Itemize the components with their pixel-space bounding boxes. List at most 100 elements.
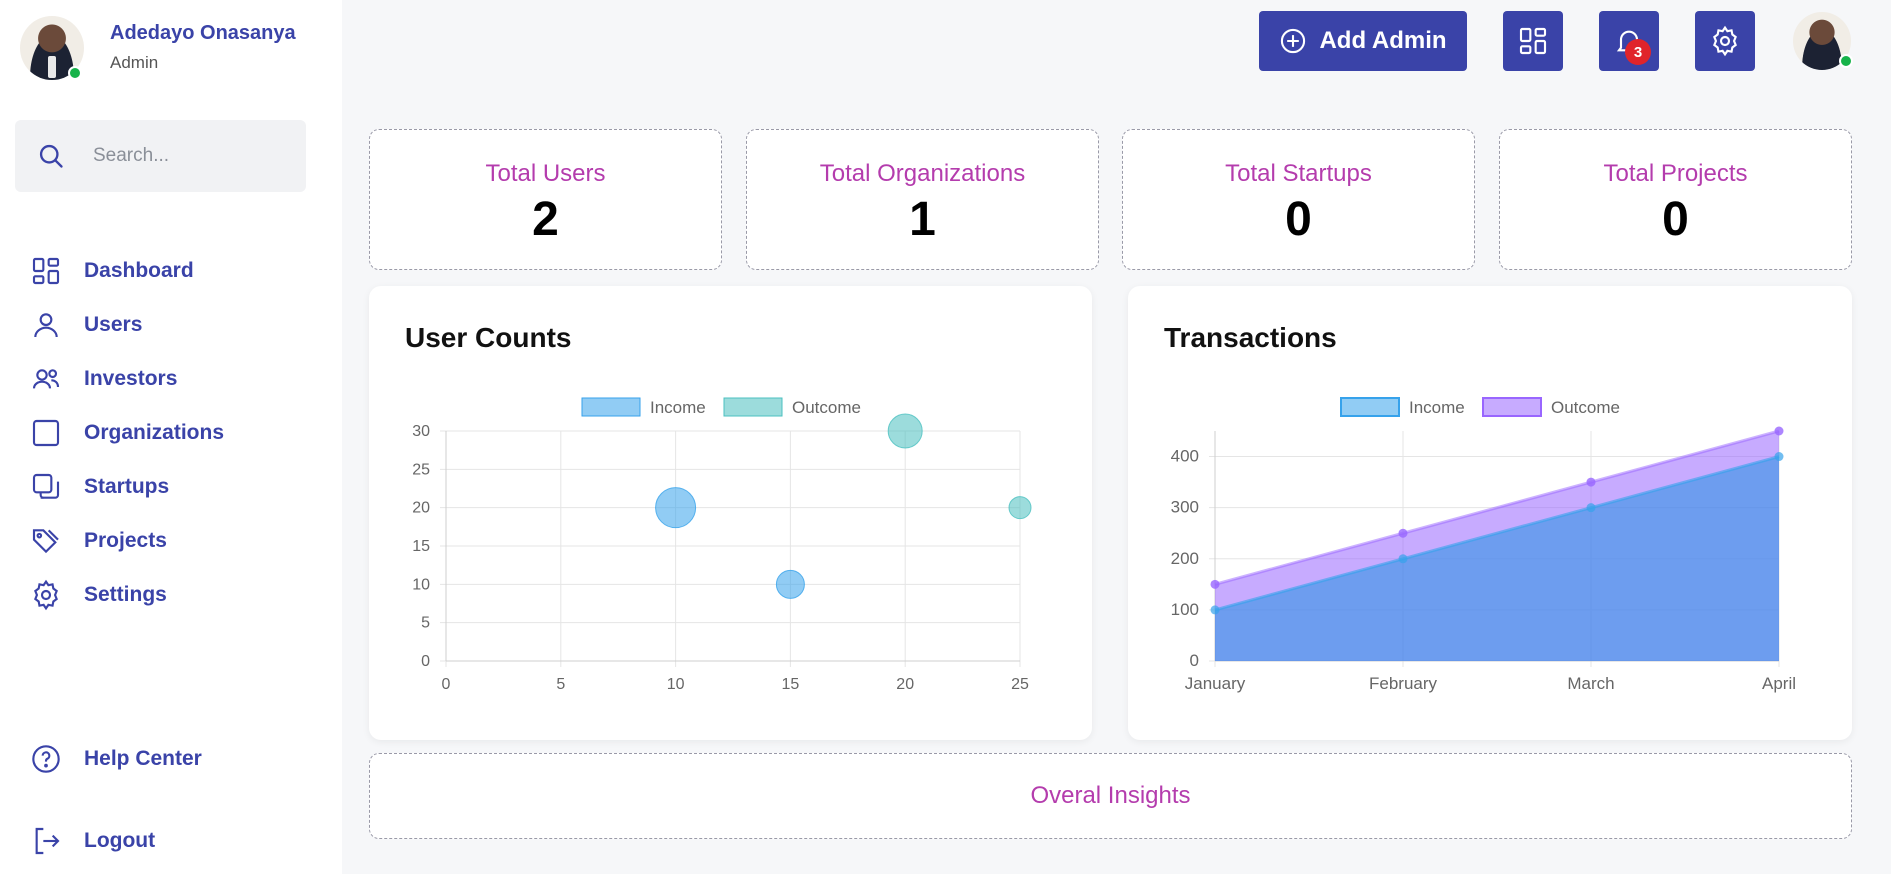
add-admin-label: Add Admin [1319, 27, 1447, 54]
legend-swatch [723, 397, 783, 417]
sidebar-item-label: Organizations [84, 421, 225, 444]
gear-icon [1713, 25, 1737, 57]
stat-value: 0 [1285, 193, 1312, 246]
sidebar-item-label: Users [84, 313, 143, 336]
bubble-point [655, 487, 697, 529]
legend-swatch [1340, 397, 1400, 417]
outcome-point [1398, 528, 1408, 538]
x-tick-label: 20 [896, 676, 914, 693]
transactions-card: Transactions January February March April 0 1… [1128, 286, 1852, 740]
x-tick-label: March [1567, 674, 1614, 693]
x-tick-label: 0 [442, 676, 451, 693]
stat-value: 2 [532, 193, 559, 246]
sidebar: Adedayo Onasanya Admin Dashboard Users I… [0, 0, 342, 874]
tags-icon [32, 529, 59, 554]
income-point [1586, 503, 1596, 513]
income-point [1398, 554, 1408, 564]
bubble-point [1008, 496, 1032, 520]
stat-card-total-users: Total Users 2 [369, 129, 722, 270]
y-tick-label: 0 [421, 653, 430, 670]
stat-label: Total Organizations [819, 160, 1026, 187]
dashboard-icon [1519, 27, 1547, 55]
stat-value: 1 [909, 193, 936, 246]
outcome-point [1774, 426, 1784, 436]
logout-icon [35, 827, 60, 855]
stat-card-total-projects: Total Projects 0 [1499, 129, 1852, 270]
square-icon [32, 419, 60, 447]
sidebar-item-dashboard[interactable]: Dashboard [30, 244, 224, 298]
user-counts-card: User Counts 0 5 10 15 20 25 0 5 10 15 20 25 30 Income… [369, 286, 1092, 740]
income-point [1774, 452, 1784, 462]
gear-icon [34, 579, 58, 611]
copy-icon [32, 473, 60, 499]
help-icon [32, 745, 60, 773]
user-avatar-button[interactable] [1793, 12, 1853, 70]
sidebar-item-settings[interactable]: Settings [30, 568, 224, 622]
x-tick-label: 5 [556, 676, 565, 693]
sidebar-item-investors[interactable]: Investors [30, 352, 224, 406]
notifications-button[interactable]: 3 [1599, 11, 1659, 71]
search-input[interactable] [93, 145, 293, 167]
online-status-dot [68, 66, 82, 80]
legend-swatch [581, 397, 641, 417]
y-tick-label: 15 [412, 538, 430, 555]
legend-swatch [1482, 397, 1542, 417]
sidebar-item-label: Investors [84, 367, 178, 390]
y-tick-label: 0 [1190, 651, 1199, 670]
online-status-dot [1839, 54, 1853, 68]
y-tick-label: 400 [1171, 447, 1199, 466]
apps-button[interactable] [1503, 11, 1563, 71]
settings-button[interactable] [1695, 11, 1755, 71]
sidebar-item-users[interactable]: Users [30, 298, 224, 352]
sidebar-item-label: Dashboard [84, 259, 194, 282]
legend-label: Outcome [792, 398, 861, 417]
user-counts-chart: 0 5 10 15 20 25 0 5 10 15 20 25 30 Income Outcome [412, 397, 1032, 693]
stat-card-total-organizations: Total Organizations 1 [746, 129, 1099, 270]
legend-label: Outcome [1551, 398, 1620, 417]
outcome-point [1210, 579, 1220, 589]
sidebar-item-startups[interactable]: Startups [30, 460, 224, 514]
stat-label: Total Users [485, 160, 606, 187]
x-tick-label: 15 [782, 676, 800, 693]
sidebar-item-label: Startups [84, 475, 170, 498]
profile-role: Admin [110, 53, 159, 72]
search-box[interactable] [15, 120, 306, 192]
admin-dashboard: Adedayo Onasanya Admin Dashboard Users I… [0, 0, 1891, 874]
plus-circle-icon [1281, 28, 1306, 54]
sidebar-item-projects[interactable]: Projects [30, 514, 224, 568]
avatar [20, 16, 84, 80]
y-tick-label: 30 [412, 423, 430, 440]
y-tick-label: 300 [1171, 498, 1199, 517]
add-admin-button[interactable]: Add Admin [1259, 11, 1467, 71]
y-tick-label: 25 [412, 461, 430, 478]
sidebar-item-logout[interactable]: Logout [30, 814, 202, 868]
x-tick-label: January [1185, 674, 1246, 693]
notification-badge: 3 [1625, 39, 1651, 65]
insights-label: Overal Insights [1030, 782, 1191, 809]
sidebar-item-help-center[interactable]: Help Center [30, 732, 202, 786]
profile[interactable]: Adedayo Onasanya Admin [20, 16, 296, 80]
x-tick-label: 25 [1011, 676, 1029, 693]
x-tick-label: February [1369, 674, 1438, 693]
sidebar-item-label: Logout [84, 829, 156, 852]
y-tick-label: 20 [412, 500, 430, 517]
y-tick-label: 10 [412, 576, 430, 593]
y-tick-label: 5 [421, 615, 430, 632]
legend-label: Income [650, 398, 706, 417]
stat-card-total-startups: Total Startups 0 [1122, 129, 1475, 270]
sidebar-item-organizations[interactable]: Organizations [30, 406, 224, 460]
sidebar-item-label: Settings [84, 583, 167, 606]
outcome-point [1586, 477, 1596, 487]
income-point [1210, 605, 1220, 615]
x-tick-label: 10 [667, 676, 685, 693]
search-icon [39, 144, 63, 168]
y-tick-label: 200 [1171, 549, 1199, 568]
legend-label: Income [1409, 398, 1465, 417]
sidebar-item-label: Projects [84, 529, 167, 552]
bubble-point [775, 569, 805, 599]
transactions-chart: January February March April 0 100 200 300 400 In… [1171, 397, 1796, 693]
sidebar-item-label: Help Center [84, 747, 202, 770]
overall-insights-panel[interactable]: Overal Insights [369, 753, 1852, 839]
user-icon [34, 313, 58, 338]
bubble-point [887, 413, 923, 449]
